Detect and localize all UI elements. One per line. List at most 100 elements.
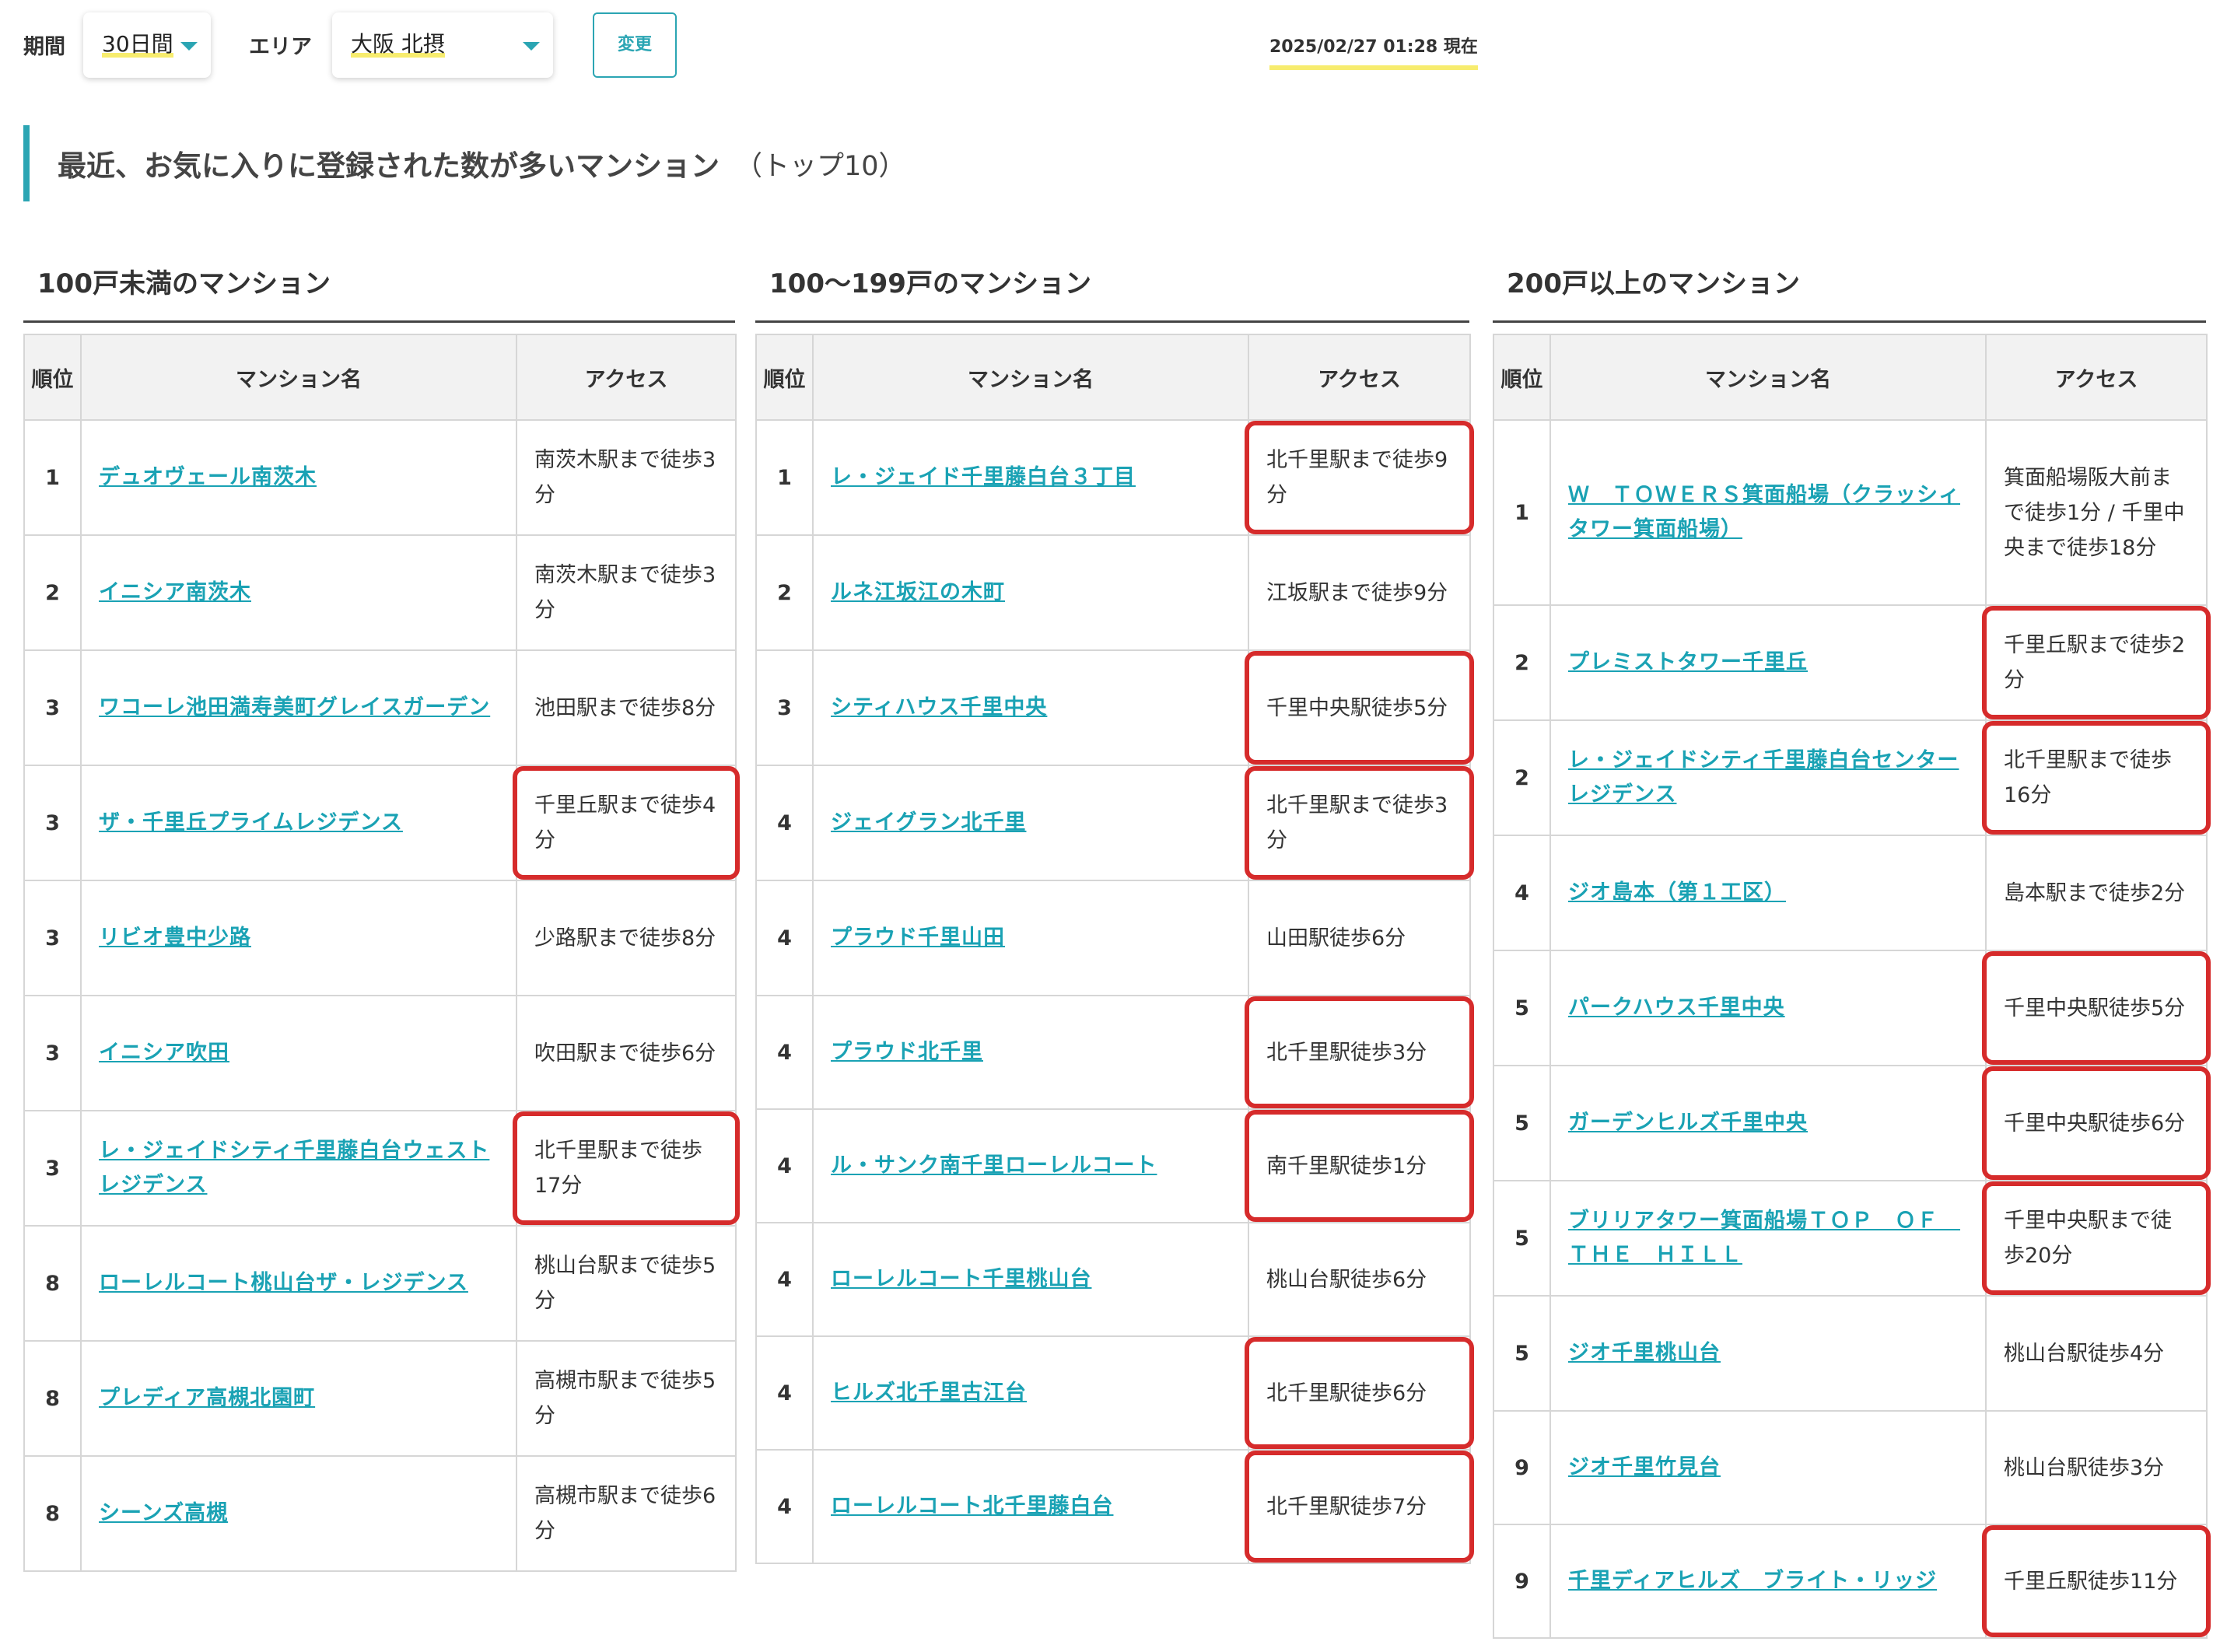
access-cell: 桃山台駅徒歩3分: [1985, 1410, 2208, 1525]
area-select[interactable]: 大阪 北摂: [332, 12, 553, 78]
rank-cell: 4: [755, 1449, 814, 1564]
access-cell-highlighted: 北千里駅徒歩6分: [1245, 1335, 1475, 1451]
table-row: 2 ルネ江坂江の木町 江坂駅まで徒歩9分: [755, 534, 1471, 651]
name-cell: ローレルコート桃山台ザ・レジデンス: [80, 1225, 517, 1342]
chevron-down-icon: [523, 42, 540, 51]
access-cell-highlighted: 千里丘駅まで徒歩2分: [1983, 604, 2211, 721]
rank-cell: 8: [23, 1455, 82, 1572]
mansion-name-link[interactable]: ヒルズ北千里古江台: [831, 1381, 1027, 1405]
rank-cell: 4: [755, 995, 814, 1110]
mansion-name-link[interactable]: レ・ジェイドシティ千里藤白台ウェストレジデンス: [99, 1139, 489, 1197]
mansion-name-link[interactable]: ローレルコート北千里藤白台: [831, 1494, 1113, 1518]
table-row: 4 プラウド千里山田 山田駅徒歩6分: [755, 880, 1471, 996]
name-cell: ジオ千里桃山台: [1549, 1295, 1987, 1412]
name-cell: プラウド千里山田: [812, 880, 1249, 996]
period-select[interactable]: 30日間: [83, 12, 211, 78]
section-heading: 最近、お気に入りに登録された数が多いマンション （トップ10）: [23, 125, 906, 201]
table-header-row: 順位 マンション名 アクセス: [23, 334, 737, 421]
mansion-name-link[interactable]: ジオ千里桃山台: [1568, 1341, 1721, 1365]
mansion-name-link[interactable]: プラウド北千里: [831, 1040, 983, 1064]
rank-cell: 3: [23, 995, 82, 1111]
mansion-name-link[interactable]: ローレルコート桃山台ザ・レジデンス: [99, 1271, 468, 1295]
change-button[interactable]: 変更: [593, 12, 677, 78]
mansion-name-link[interactable]: ブリリアタワー箕面船場ＴＯＰ ＯＦ ＴＨＥ ＨＩＬＬ: [1568, 1209, 1960, 1267]
area-label: エリア: [249, 35, 312, 59]
name-cell: レ・ジェイド千里藤白台３丁目: [812, 419, 1249, 536]
access-cell-highlighted: 千里中央駅徒歩5分: [1245, 649, 1475, 766]
mansion-name-link[interactable]: プラウド千里山田: [831, 926, 1005, 950]
mansion-name-link[interactable]: イニシア南茨木: [99, 580, 251, 604]
table-row: 8 ローレルコート桃山台ザ・レジデンス 桃山台駅まで徒歩5分: [23, 1225, 737, 1342]
mansion-name-link[interactable]: ローレルコート千里桃山台: [831, 1267, 1091, 1291]
name-cell: ローレルコート北千里藤白台: [812, 1449, 1249, 1564]
mansion-name-link[interactable]: ルネ江坂江の木町: [831, 580, 1005, 604]
access-cell-highlighted: 北千里駅徒歩7分: [1245, 1449, 1475, 1564]
name-cell: ガーデンヒルズ千里中央: [1549, 1065, 1987, 1181]
access-cell-highlighted: 千里中央駅徒歩5分: [1983, 950, 2211, 1066]
mansion-name-link[interactable]: ザ・千里丘プライムレジデンス: [99, 810, 403, 835]
access-cell: 江坂駅まで徒歩9分: [1248, 534, 1471, 651]
column-title: 100戸未満のマンション: [23, 264, 735, 323]
mansion-name-link[interactable]: プレミストタワー千里丘: [1568, 650, 1808, 674]
table-row: 4 ヒルズ北千里古江台 北千里駅徒歩6分: [755, 1335, 1475, 1451]
table-row: 1 デュオヴェール南茨木 南茨木駅まで徒歩3分: [23, 419, 737, 536]
access-cell-highlighted: 北千里駅徒歩3分: [1245, 995, 1475, 1110]
mansion-name-link[interactable]: Ｗ ＴＯＷＥＲＳ箕面船場（クラッシィタワー箕面船場）: [1568, 483, 1960, 541]
mansion-name-link[interactable]: シティハウス千里中央: [831, 695, 1047, 719]
period-label: 期間: [23, 35, 65, 59]
mansion-name-link[interactable]: リビオ豊中少路: [99, 926, 251, 950]
name-cell: ヒルズ北千里古江台: [812, 1335, 1249, 1451]
mansion-name-link[interactable]: レ・ジェイドシティ千里藤白台センターレジデンス: [1568, 748, 1959, 807]
rank-cell: 1: [755, 419, 814, 536]
name-cell: プラウド北千里: [812, 995, 1249, 1110]
table-row: 9 ジオ千里竹見台 桃山台駅徒歩3分: [1493, 1410, 2208, 1525]
name-cell: レ・ジェイドシティ千里藤白台ウェストレジデンス: [80, 1110, 517, 1227]
as-of-timestamp: 2025/02/27 01:28 現在: [1269, 33, 1478, 70]
rank-cell: 3: [755, 649, 814, 766]
header-access: アクセス: [516, 334, 737, 421]
name-cell: ローレルコート千里桃山台: [812, 1222, 1249, 1337]
ranking-table: 順位 マンション名 アクセス 1 デュオヴェール南茨木 南茨木駅まで徒歩3分 2 イニシ…: [23, 334, 741, 1572]
table-row: 4 プラウド北千里 北千里駅徒歩3分: [755, 995, 1475, 1110]
rank-cell: 8: [23, 1340, 82, 1457]
name-cell: ルネ江坂江の木町: [812, 534, 1249, 651]
mansion-name-link[interactable]: パークハウス千里中央: [1568, 996, 1785, 1020]
period-select-value: 30日間: [102, 31, 173, 58]
mansion-name-link[interactable]: デュオヴェール南茨木: [99, 465, 317, 489]
ranking-column-under-100: 100戸未満のマンション 順位 マンション名 アクセス 1 デュオヴェール南茨木南…: [23, 264, 741, 1572]
mansion-name-link[interactable]: ル・サンク南千里ローレルコート: [831, 1153, 1157, 1178]
rank-cell: 2: [1493, 719, 1551, 836]
table-row: 4 ル・サンク南千里ローレルコート 南千里駅徒歩1分: [755, 1108, 1475, 1223]
table-row: 4 ジオ島本（第１工区） 島本駅まで徒歩2分: [1493, 835, 2208, 951]
table-row: 1 Ｗ ＴＯＷＥＲＳ箕面船場（クラッシィタワー箕面船場） 箕面船場阪大前まで徒歩1分…: [1493, 419, 2208, 606]
table-row: 4 ローレルコート千里桃山台 桃山台駅徒歩6分: [755, 1222, 1471, 1337]
header-access: アクセス: [1985, 334, 2208, 421]
rank-cell: 8: [23, 1225, 82, 1342]
mansion-name-link[interactable]: イニシア吹田: [99, 1041, 229, 1065]
mansion-name-link[interactable]: 千里ディアヒルズ ブライト・リッジ: [1568, 1569, 1937, 1593]
mansion-name-link[interactable]: ガーデンヒルズ千里中央: [1568, 1111, 1808, 1135]
name-cell: 千里ディアヒルズ ブライト・リッジ: [1549, 1524, 1987, 1639]
access-cell-highlighted: 北千里駅まで徒歩16分: [1983, 719, 2211, 836]
rank-cell: 2: [755, 534, 814, 651]
access-cell-highlighted: 北千里駅まで徒歩9分: [1245, 419, 1475, 536]
table-row: 2 プレミストタワー千里丘 千里丘駅まで徒歩2分: [1493, 604, 2211, 721]
table-row: 2 イニシア南茨木 南茨木駅まで徒歩3分: [23, 534, 737, 651]
table-row: 9 千里ディアヒルズ ブライト・リッジ 千里丘駅徒歩11分: [1493, 1524, 2211, 1639]
mansion-name-link[interactable]: ジオ千里竹見台: [1568, 1455, 1721, 1479]
access-cell: 島本駅まで徒歩2分: [1985, 835, 2208, 951]
mansion-name-link[interactable]: ジェイグラン北千里: [831, 810, 1026, 835]
header-access: アクセス: [1248, 334, 1471, 421]
mansion-name-link[interactable]: レ・ジェイド千里藤白台３丁目: [831, 465, 1136, 489]
access-cell-highlighted: 千里中央駅徒歩6分: [1983, 1065, 2211, 1181]
mansion-name-link[interactable]: プレディア高槻北園町: [99, 1386, 315, 1410]
rank-cell: 4: [755, 765, 814, 881]
mansion-name-link[interactable]: ワコーレ池田満寿美町グレイスガーデン: [99, 695, 490, 719]
mansion-name-link[interactable]: シーンズ高槻: [99, 1501, 228, 1525]
table-row: 5 ジオ千里桃山台 桃山台駅徒歩4分: [1493, 1295, 2208, 1412]
rank-cell: 5: [1493, 950, 1551, 1066]
access-cell: 高槻市駅まで徒歩5分: [516, 1340, 737, 1457]
mansion-name-link[interactable]: ジオ島本（第１工区）: [1568, 880, 1786, 905]
rank-cell: 3: [23, 880, 82, 996]
name-cell: イニシア吹田: [80, 995, 517, 1111]
